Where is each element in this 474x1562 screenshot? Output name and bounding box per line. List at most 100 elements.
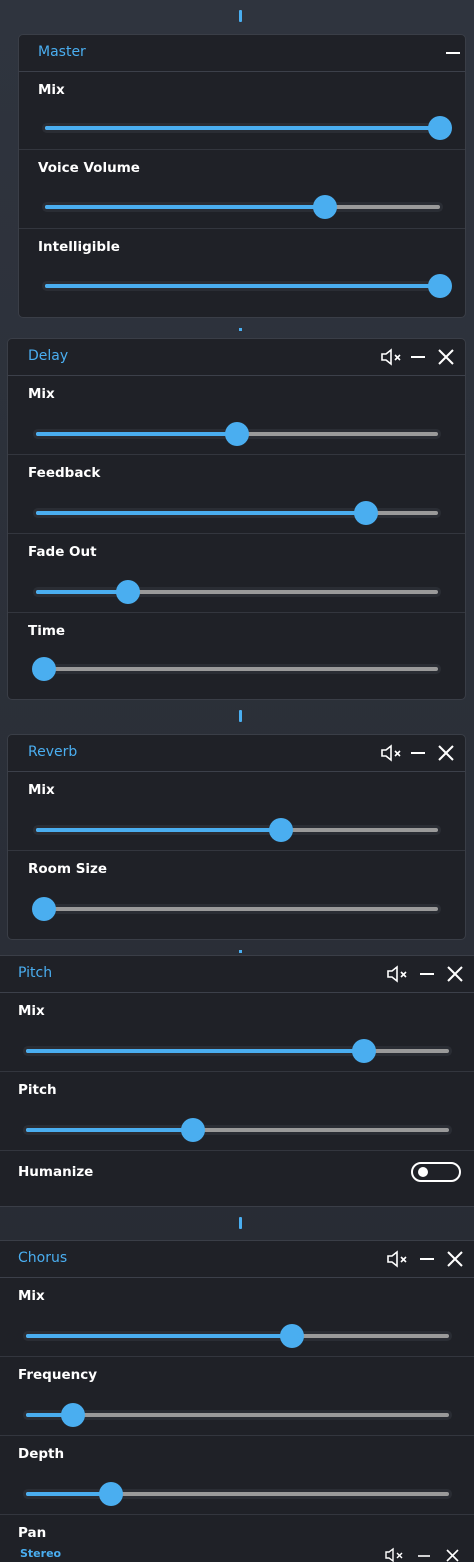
time-slider[interactable]: [32, 657, 438, 681]
panel-header: Master: [19, 35, 465, 72]
slider-row-intelligible: Intelligible: [19, 229, 465, 317]
minus-icon[interactable]: [443, 43, 463, 63]
close-icon[interactable]: [436, 743, 456, 763]
chain-connector: [239, 10, 242, 22]
mute-icon[interactable]: [386, 964, 407, 984]
depth-slider[interactable]: [26, 1482, 449, 1506]
slider-row-frequency: Frequency: [0, 1357, 474, 1436]
slider-row-mix: Mix: [8, 772, 465, 851]
panel-title: Chorus: [18, 1250, 68, 1266]
slider-fill: [36, 590, 129, 594]
mix-slider[interactable]: [45, 116, 452, 140]
slider-fill: [36, 432, 237, 436]
slider-fill: [36, 511, 366, 515]
slider-label: Mix: [18, 1288, 45, 1304]
slider-label: Voice Volume: [38, 160, 140, 176]
slider-label: Depth: [18, 1446, 65, 1462]
slider-row-mix: Mix: [0, 993, 474, 1072]
slider-thumb[interactable]: [60, 1403, 85, 1427]
panel-title: Pitch: [18, 965, 53, 981]
panel-header: Pitch: [0, 956, 474, 993]
chain-connector: [239, 1217, 242, 1229]
fade-out-slider[interactable]: [36, 580, 438, 604]
toggle-label: Humanize: [18, 1164, 94, 1180]
close-icon[interactable]: [444, 1547, 460, 1562]
slider-label: Intelligible: [38, 239, 120, 255]
slider-thumb[interactable]: [269, 818, 294, 842]
minus-icon[interactable]: [417, 1249, 437, 1269]
panel-title: Stereo: [20, 1547, 62, 1560]
chain-connector: [239, 950, 242, 953]
slider-row-room-size: Room Size: [8, 851, 465, 939]
slider-thumb[interactable]: [32, 657, 56, 681]
mix-slider[interactable]: [26, 1039, 449, 1063]
panel-header: Reverb: [8, 735, 465, 772]
mute-icon[interactable]: [380, 743, 401, 763]
minus-icon[interactable]: [416, 1547, 432, 1562]
slider-label: Fade Out: [28, 544, 97, 560]
slider-fill: [45, 284, 440, 288]
feedback-slider[interactable]: [36, 501, 438, 525]
slider-row-feedback: Feedback: [8, 455, 465, 534]
slider-thumb[interactable]: [353, 501, 378, 525]
slider-label: Frequency: [18, 1367, 98, 1383]
slider-thumb[interactable]: [181, 1118, 206, 1142]
slider-thumb[interactable]: [98, 1482, 123, 1506]
slider-row-mix: Mix: [8, 376, 465, 455]
mute-icon[interactable]: [380, 347, 401, 367]
slider-thumb[interactable]: [225, 422, 249, 446]
panel-header: Chorus: [0, 1241, 474, 1278]
panel-title: Reverb: [28, 744, 78, 760]
slider-thumb[interactable]: [280, 1324, 305, 1348]
frequency-slider[interactable]: [26, 1403, 449, 1427]
slider-fill: [45, 205, 326, 209]
slider-label: Mix: [38, 82, 65, 98]
chorus-panel: Chorus Mix Frequency Depth Pan: [0, 1240, 474, 1562]
panel-title: Delay: [28, 348, 69, 364]
room-size-slider[interactable]: [32, 897, 438, 921]
mix-slider[interactable]: [36, 818, 438, 842]
pitch-panel: Pitch Mix Pitch Humanize: [0, 955, 474, 1207]
slider-fill: [45, 126, 440, 130]
slider-fill: [26, 1492, 111, 1496]
mute-icon[interactable]: [384, 1547, 408, 1562]
mix-slider[interactable]: [36, 422, 438, 446]
slider-row-time: Time: [8, 613, 465, 699]
slider-label: Mix: [18, 1003, 45, 1019]
pitch-slider[interactable]: [26, 1118, 449, 1142]
slider-thumb[interactable]: [116, 580, 141, 604]
slider-row-fade-out: Fade Out: [8, 534, 465, 613]
toggle-row-humanize: Humanize: [0, 1151, 474, 1206]
slider-label: Time: [28, 623, 66, 639]
slider-row-pitch: Pitch: [0, 1072, 474, 1151]
chain-connector: [239, 328, 242, 331]
close-icon[interactable]: [445, 1249, 465, 1269]
slider-label: Feedback: [28, 465, 101, 481]
minus-icon[interactable]: [408, 743, 428, 763]
minus-icon[interactable]: [417, 964, 437, 984]
voice-volume-slider[interactable]: [45, 195, 440, 219]
slider-thumb[interactable]: [428, 274, 452, 298]
slider-label: Pitch: [18, 1082, 57, 1098]
toggle-knob: [418, 1167, 428, 1177]
slider-thumb[interactable]: [352, 1039, 377, 1063]
mute-icon[interactable]: [386, 1249, 407, 1269]
delay-panel: Delay Mix Feedback Fade Out Time: [7, 338, 466, 700]
mix-slider[interactable]: [26, 1324, 449, 1348]
slider-thumb[interactable]: [428, 116, 452, 140]
close-icon[interactable]: [445, 964, 465, 984]
close-icon[interactable]: [436, 347, 456, 367]
master-panel: Master Mix Voice Volume Intelligible: [18, 34, 466, 318]
stereo-panel-header: Stereo: [0, 1545, 474, 1562]
slider-thumb[interactable]: [32, 897, 56, 921]
slider-label: Mix: [28, 386, 55, 402]
humanize-toggle[interactable]: [411, 1162, 461, 1182]
slider-fill: [26, 1128, 194, 1132]
intelligible-slider[interactable]: [45, 274, 452, 298]
slider-row-voice-volume: Voice Volume: [19, 150, 465, 229]
slider-label: Mix: [28, 782, 55, 798]
slider-thumb[interactable]: [313, 195, 338, 219]
panel-header: Delay: [8, 339, 465, 376]
minus-icon[interactable]: [408, 347, 428, 367]
slider-fill: [36, 828, 282, 832]
